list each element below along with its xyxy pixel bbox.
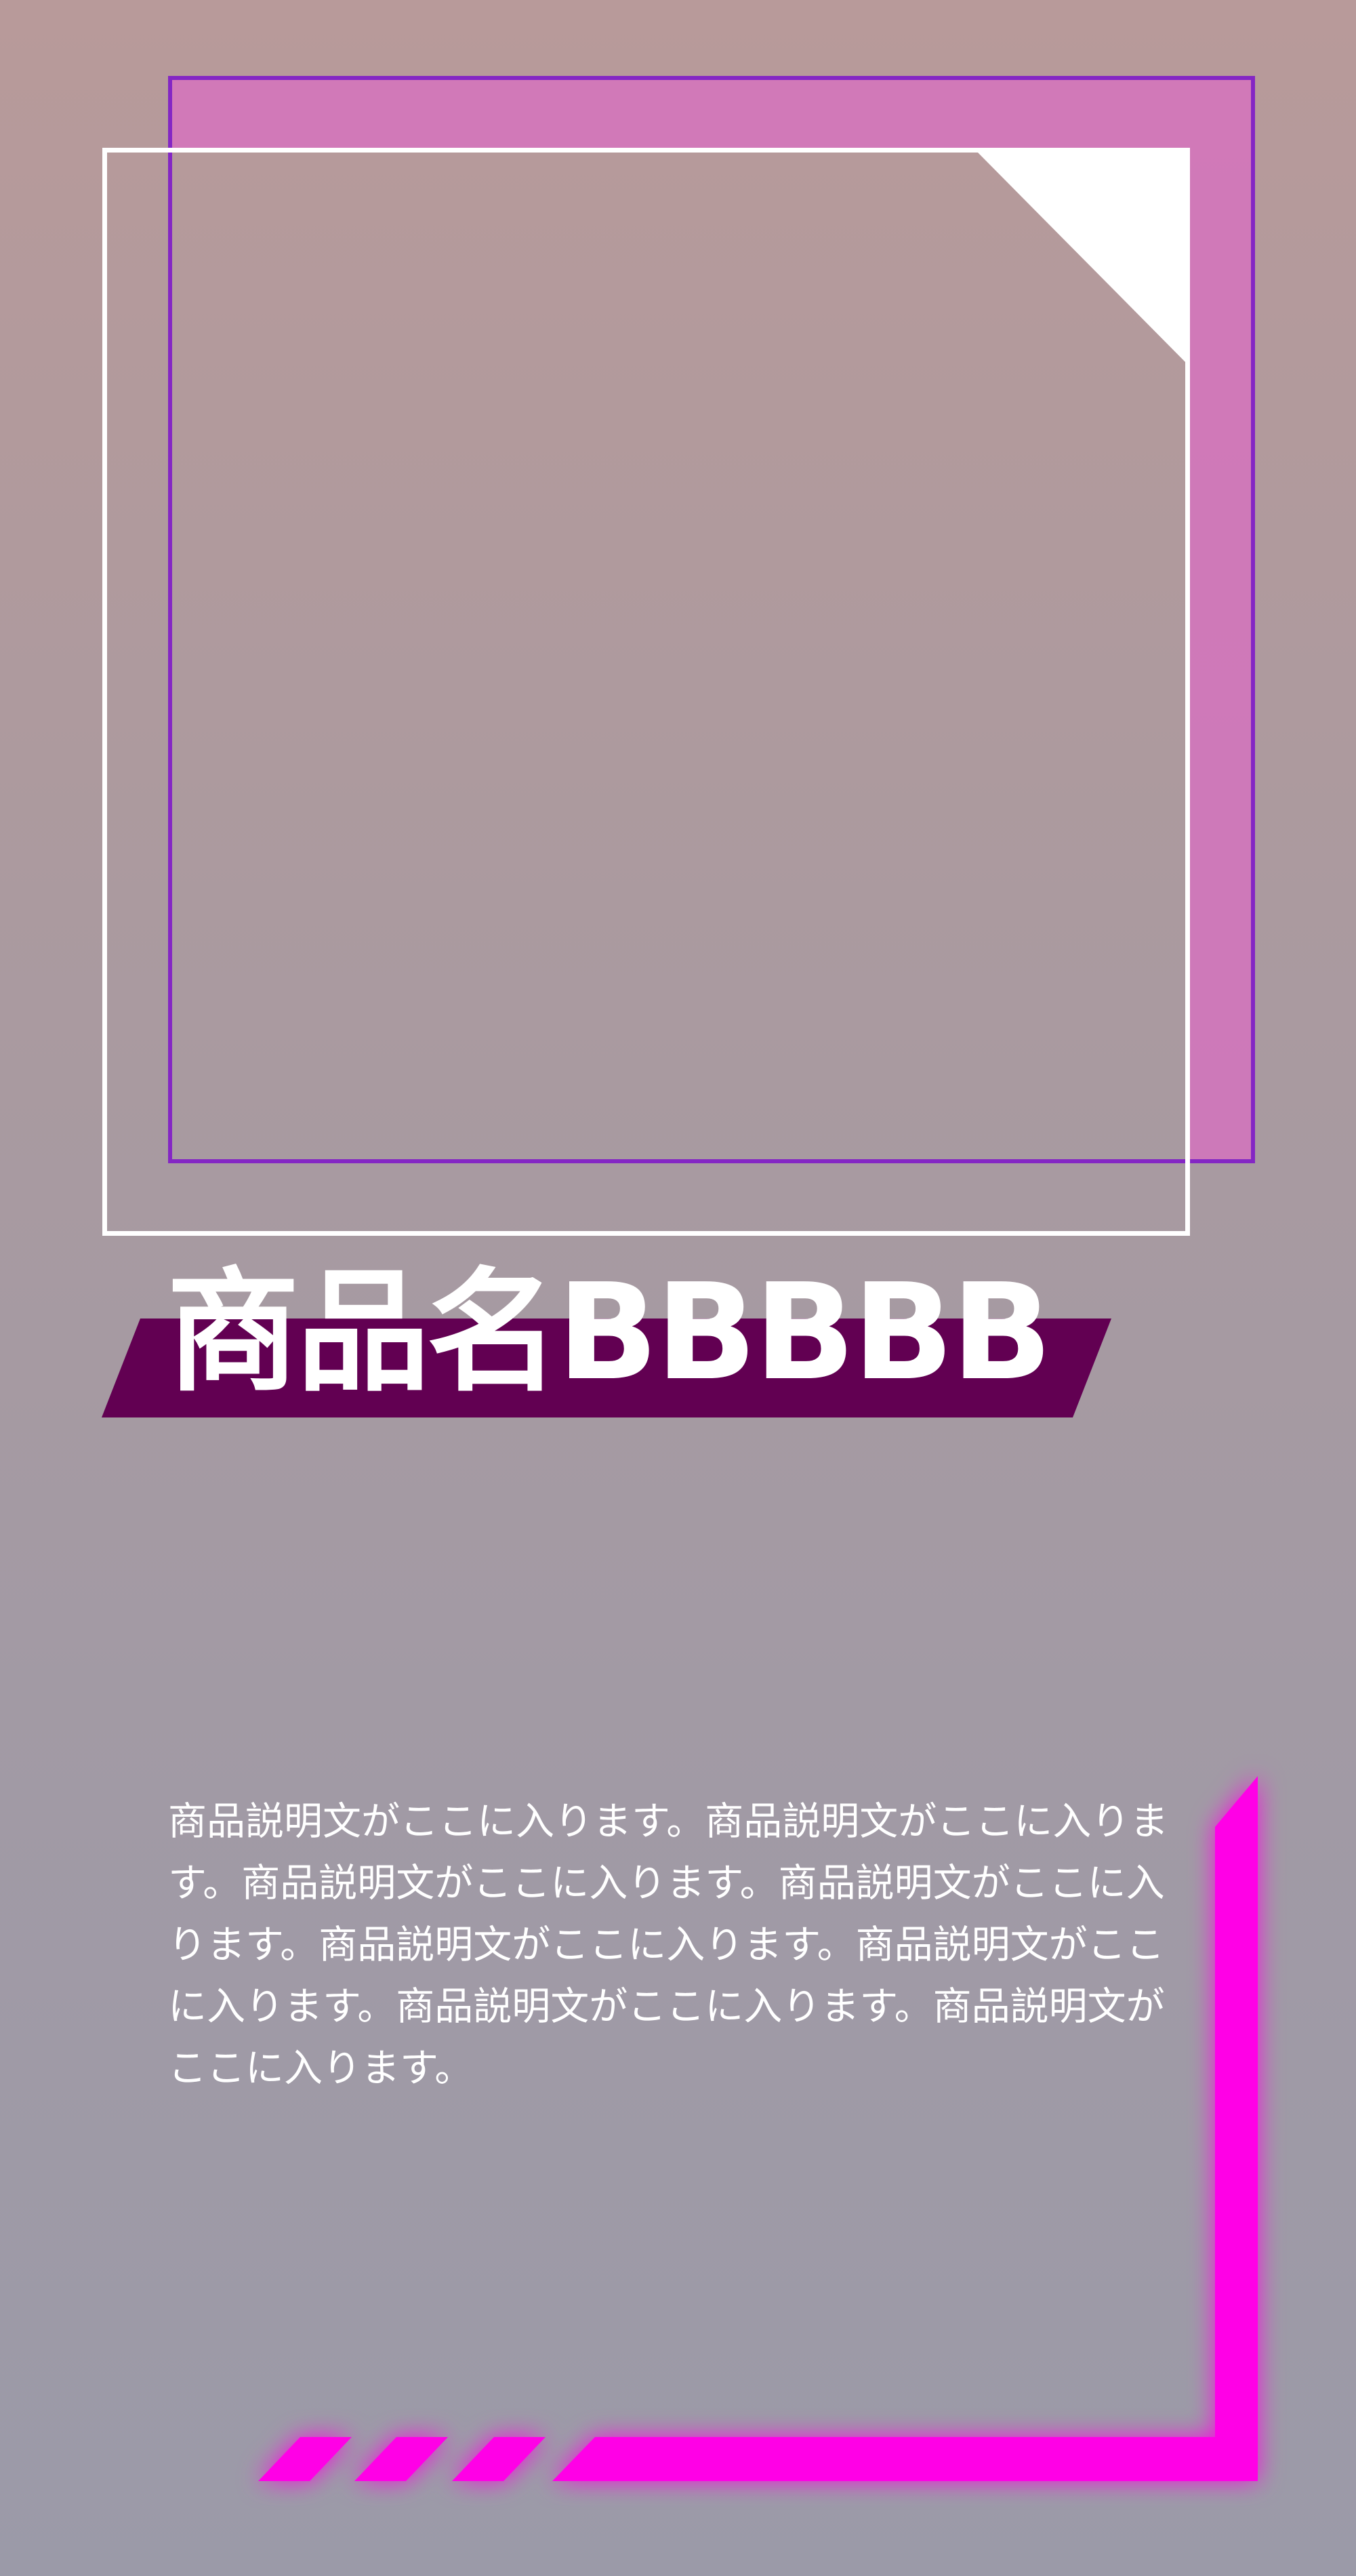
corner-fold-decoration	[976, 150, 1185, 362]
product-title: 商品名BBBBB	[167, 1255, 1052, 1410]
product-description: 商品説明文がここに入ります。商品説明文がここに入ります。商品説明文がここに入りま…	[168, 1799, 1169, 2091]
